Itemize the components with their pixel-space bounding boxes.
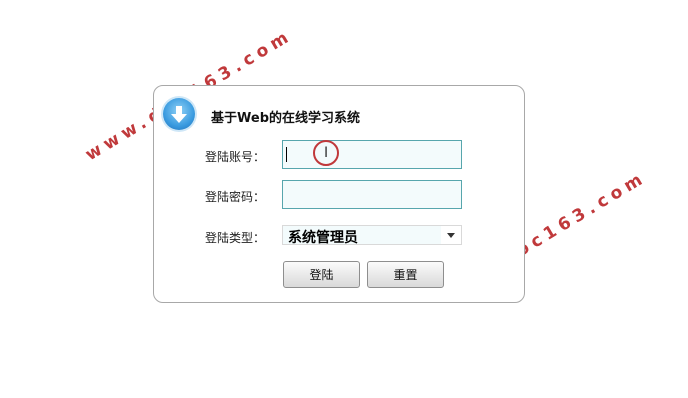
login-type-select[interactable]: 系统管理员 xyxy=(282,225,462,246)
login-type-label: 登陆类型： xyxy=(205,231,266,245)
password-label: 登陆密码： xyxy=(205,190,266,204)
download-arrow-icon xyxy=(163,98,195,130)
username-input[interactable] xyxy=(282,140,462,169)
login-type-value: 系统管理员 xyxy=(288,230,358,246)
text-cursor-icon: I xyxy=(313,140,339,166)
chevron-down-icon xyxy=(447,233,455,238)
username-label: 登陆账号： xyxy=(205,150,266,164)
page-title: 基于Web的在线学习系统 xyxy=(211,111,360,126)
reset-button[interactable]: 重置 xyxy=(367,261,444,288)
password-input[interactable] xyxy=(282,180,462,209)
text-caret xyxy=(286,147,287,162)
login-button[interactable]: 登陆 xyxy=(283,261,360,288)
select-arrow-box[interactable] xyxy=(441,226,461,244)
